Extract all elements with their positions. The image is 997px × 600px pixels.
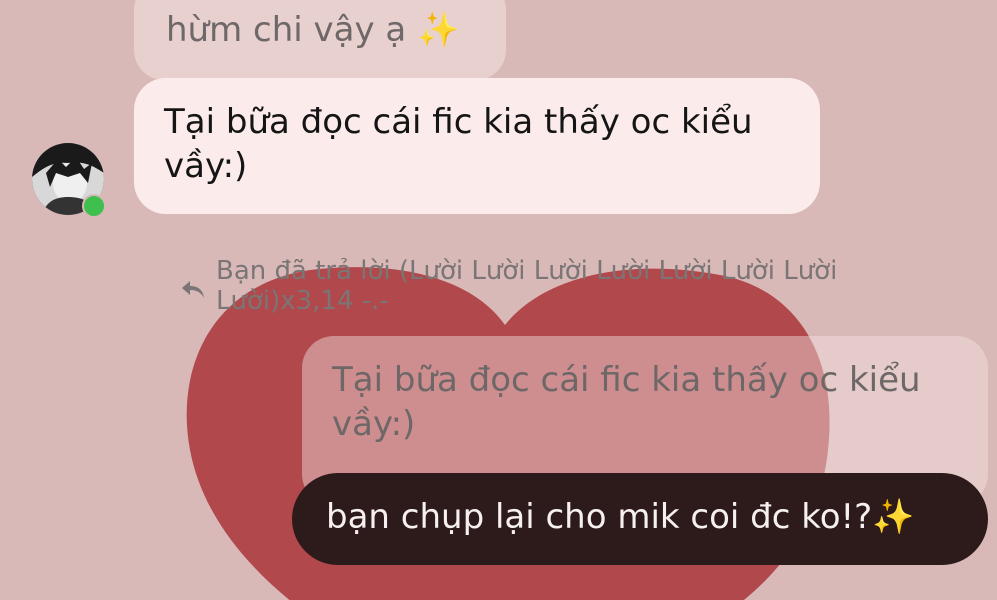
- incoming-message-text: Tại bữa đọc cái fic kia thấy oc kiểu vầy…: [164, 102, 753, 186]
- incoming-message-bubble[interactable]: Tại bữa đọc cái fic kia thấy oc kiểu vầy…: [134, 78, 820, 214]
- quoted-message-text: hừm chi vậy ạ ✨: [166, 10, 460, 50]
- reply-arrow-icon: [182, 281, 204, 298]
- quoted-message-bubble[interactable]: hừm chi vậy ạ ✨: [134, 0, 506, 80]
- online-status-dot: [82, 194, 106, 218]
- outgoing-message-text: bạn chụp lại cho mik coi đc ko!?✨: [326, 497, 915, 537]
- quoted-reply-text: Tại bữa đọc cái fic kia thấy oc kiểu vầy…: [332, 360, 921, 444]
- reply-notice-text: Bạn đã trả lời (Lười Lười Lười Lười Lười…: [216, 256, 838, 316]
- outgoing-message-bubble[interactable]: bạn chụp lại cho mik coi đc ko!?✨: [292, 473, 988, 565]
